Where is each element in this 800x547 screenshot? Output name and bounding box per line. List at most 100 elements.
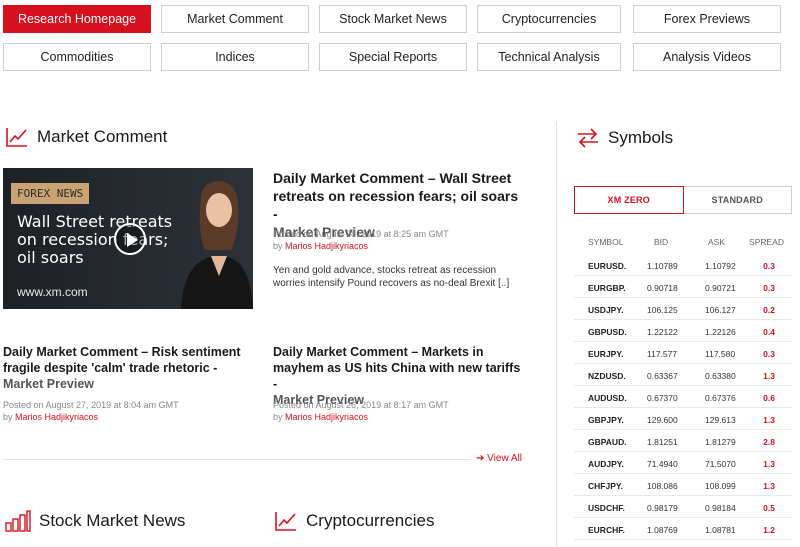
symbols-table: EURUSD. 1.10789 1.10792 0.3 EURGBP. 0.90718 0.… <box>574 254 792 540</box>
symbol-cell: GBPUSD. <box>588 327 627 337</box>
ask-cell: 0.98184 <box>705 503 736 513</box>
spread-cell: 0.2 <box>763 305 775 315</box>
spread-cell: 1.3 <box>763 415 775 425</box>
symbol-cell: EURUSD. <box>588 261 627 271</box>
nav-special-reports[interactable]: Special Reports <box>319 43 467 71</box>
spread-cell: 1.3 <box>763 371 775 381</box>
spread-cell: 0.3 <box>763 283 775 293</box>
spread-cell: 0.3 <box>763 261 775 271</box>
symbols-title: Symbols <box>608 128 674 147</box>
featured-article-excerpt: Yen and gold advance, stocks retreat as … <box>273 265 510 289</box>
ask-cell: 0.90721 <box>705 283 736 293</box>
table-row[interactable]: GBPAUD. 1.81251 1.81279 2.8 <box>574 430 792 452</box>
video-tag: FOREX NEWS <box>11 183 90 204</box>
nav-stock-market-news[interactable]: Stock Market News <box>319 5 467 33</box>
table-row[interactable]: EURUSD. 1.10789 1.10792 0.3 <box>574 254 792 276</box>
bid-cell: 71.4940 <box>647 459 678 469</box>
table-row[interactable]: CHFJPY. 108.086 108.099 1.3 <box>574 474 792 496</box>
cryptocurrencies-title: Cryptocurrencies <box>306 511 435 530</box>
bid-cell: 106.125 <box>647 305 678 315</box>
table-row[interactable]: GBPJPY. 129.600 129.613 1.3 <box>574 408 792 430</box>
symbol-cell: EURJPY. <box>588 349 624 359</box>
view-all-link[interactable]: ➔ View All <box>476 453 522 464</box>
ask-cell: 0.63380 <box>705 371 736 381</box>
spread-cell: 0.3 <box>763 349 775 359</box>
nav-commodities[interactable]: Commodities <box>3 43 151 71</box>
account-type-tabs: XM ZERO STANDARD <box>574 186 792 214</box>
bar-chart-icon <box>5 510 31 532</box>
featured-author-link[interactable]: Marios Hadjikyriacos <box>285 241 368 251</box>
spread-cell: 2.8 <box>763 437 775 447</box>
table-row[interactable]: EURGBP. 0.90718 0.90721 0.3 <box>574 276 792 298</box>
table-row[interactable]: EURJPY. 117.577 117.580 0.3 <box>574 342 792 364</box>
nav-indices[interactable]: Indices <box>161 43 309 71</box>
spread-cell: 1.2 <box>763 525 775 535</box>
ask-cell: 106.127 <box>705 305 736 315</box>
nav-analysis-videos[interactable]: Analysis Videos <box>633 43 781 71</box>
video-url: www.xm.com <box>17 285 88 299</box>
nav-cryptocurrencies[interactable]: Cryptocurrencies <box>477 5 621 33</box>
tab-standard[interactable]: STANDARD <box>683 186 792 214</box>
symbol-cell: USDJPY. <box>588 305 624 315</box>
table-row[interactable]: USDCHF. 0.98179 0.98184 0.5 <box>574 496 792 518</box>
spread-cell: 1.3 <box>763 459 775 469</box>
stock-market-news-title: Stock Market News <box>39 511 186 530</box>
bid-cell: 0.67370 <box>647 393 678 403</box>
symbol-cell: CHFJPY. <box>588 481 623 491</box>
presenter-image <box>181 181 253 309</box>
ask-cell: 1.22126 <box>705 327 736 337</box>
symbol-cell: GBPAUD. <box>588 437 627 447</box>
play-icon[interactable] <box>114 223 146 255</box>
symbols-heading: Symbols <box>576 127 673 149</box>
nav-research-homepage[interactable]: Research Homepage <box>3 5 151 33</box>
symbol-cell: EURGBP. <box>588 283 626 293</box>
video-headline: Wall Street retreats on recession fears;… <box>17 212 173 267</box>
table-row[interactable]: NZDUSD. 0.63367 0.63380 1.3 <box>574 364 792 386</box>
author-link[interactable]: Marios Hadjikyriacos <box>15 412 98 422</box>
bid-cell: 108.086 <box>647 481 678 491</box>
symbol-cell: AUDJPY. <box>588 459 624 469</box>
ask-cell: 1.10792 <box>705 261 736 271</box>
bid-cell: 129.600 <box>647 415 678 425</box>
bid-cell: 117.577 <box>647 349 678 359</box>
ask-cell: 1.08781 <box>705 525 736 535</box>
market-comment-title: Market Comment <box>37 127 168 146</box>
ask-cell: 0.67376 <box>705 393 736 403</box>
author-link[interactable]: Marios Hadjikyriacos <box>285 412 368 422</box>
article-meta: Posted on August 27, 2019 at 8:04 am GMT… <box>3 400 179 422</box>
spread-cell: 0.6 <box>763 393 775 403</box>
spread-cell: 0.4 <box>763 327 775 337</box>
ask-cell: 1.81279 <box>705 437 736 447</box>
tab-xm-zero[interactable]: XM ZERO <box>574 186 684 214</box>
arrow-right-icon: ➔ <box>476 453 485 464</box>
symbol-cell: EURCHF. <box>588 525 625 535</box>
ask-cell: 129.613 <box>705 415 736 425</box>
cryptocurrencies-heading: Cryptocurrencies <box>274 510 435 532</box>
table-row[interactable]: AUDUSD. 0.67370 0.67376 0.6 <box>574 386 792 408</box>
bid-cell: 1.10789 <box>647 261 678 271</box>
table-row[interactable]: USDJPY. 106.125 106.127 0.2 <box>574 298 792 320</box>
featured-article-meta: Posted on August 28, 2019 at 8:25 am GMT… <box>273 229 449 251</box>
chart-line-icon <box>6 128 27 147</box>
bid-cell: 1.08769 <box>647 525 678 535</box>
table-row[interactable]: AUDJPY. 71.4940 71.5070 1.3 <box>574 452 792 474</box>
bid-cell: 1.81251 <box>647 437 678 447</box>
table-row[interactable]: GBPUSD. 1.22122 1.22126 0.4 <box>574 320 792 342</box>
ask-cell: 117.580 <box>705 349 736 359</box>
symbols-table-header: SYMBOL BID ASK SPREAD <box>588 237 784 247</box>
video-thumbnail[interactable]: FOREX NEWS Wall Street retreats on reces… <box>3 168 253 309</box>
nav-forex-previews[interactable]: Forex Previews <box>633 5 781 33</box>
chart-line-icon <box>275 512 296 531</box>
bid-cell: 0.90718 <box>647 283 678 293</box>
spread-cell: 0.5 <box>763 503 775 513</box>
stock-market-news-heading: Stock Market News <box>5 510 185 532</box>
article-meta: Posted on August 26, 2019 at 8:17 am GMT… <box>273 400 449 422</box>
symbol-cell: NZDUSD. <box>588 371 626 381</box>
article-title[interactable]: Daily Market Comment – Risk sentiment fr… <box>3 344 253 392</box>
spread-cell: 1.3 <box>763 481 775 491</box>
symbol-cell: AUDUSD. <box>588 393 627 403</box>
nav-technical-analysis[interactable]: Technical Analysis <box>477 43 621 71</box>
table-row[interactable]: EURCHF. 1.08769 1.08781 1.2 <box>574 518 792 540</box>
symbol-cell: USDCHF. <box>588 503 625 513</box>
nav-market-comment[interactable]: Market Comment <box>161 5 309 33</box>
